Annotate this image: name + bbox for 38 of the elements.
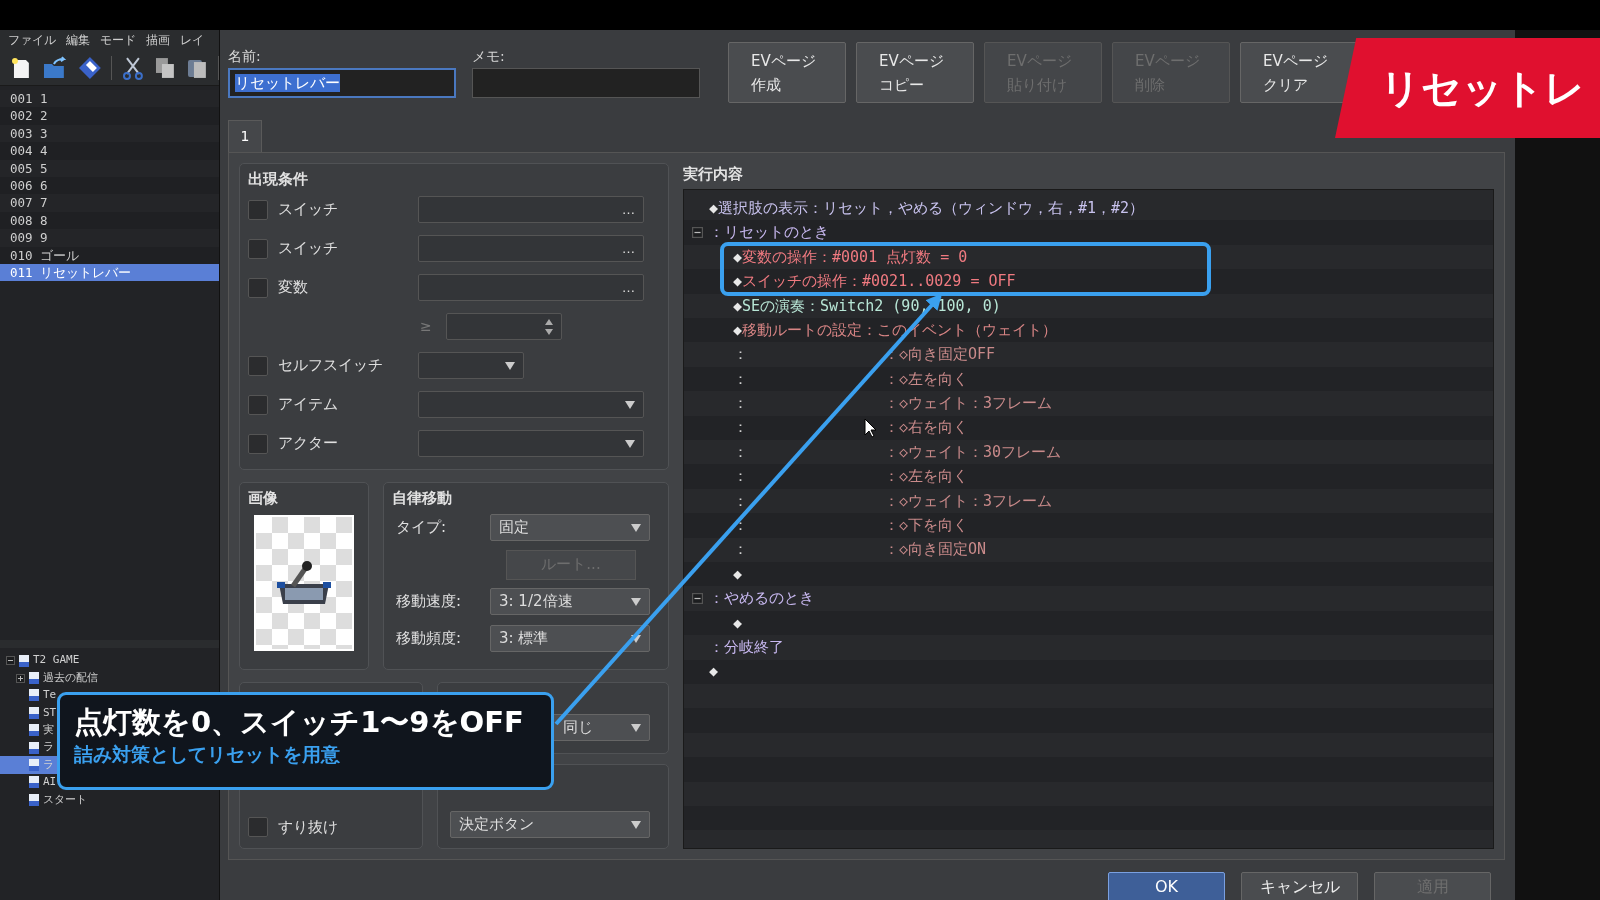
tree-label: AI [43,774,57,791]
condition-label: スイッチ [277,238,339,260]
tree-label: 過去の配信 [43,669,98,686]
route-marker: ： [733,490,748,512]
condition-label: 変数 [277,277,309,299]
callout-title: 点灯数を0、スイッチ1〜9をOFF [74,704,525,741]
memo-label: メモ: [472,48,506,64]
callout-subtitle: 詰み対策としてリセットを用意 [74,742,341,767]
route-marker: ： [733,417,748,439]
tree-label: ラ [43,739,54,756]
panel-title: 出現条件 [248,169,309,190]
field-label: タイプ: [395,517,448,539]
tree-label: T2 GAME [33,652,80,669]
condition-label: スイッチ [277,199,339,221]
title-banner: リセットレ [1335,38,1600,138]
field-label: 移動頻度: [395,628,463,650]
panel-title: 実行内容 [683,164,744,185]
tree-label: ST [43,704,57,721]
route-marker: ： [733,466,748,488]
field-label: 移動速度: [395,591,463,613]
tree-label: ラ [43,756,54,773]
condition-label: アクター [277,433,339,455]
panel-title: 自律移動 [392,488,453,509]
panel-title: 画像 [248,488,279,509]
condition-label: セルフスイッチ [277,355,384,377]
route-marker: ： [733,441,748,463]
route-marker: ： [733,539,748,561]
option-label: すり抜け [277,816,339,838]
tree-label: Te [43,687,57,704]
route-marker: ： [733,368,748,390]
condition-label: アイテム [277,394,339,416]
tree-label: 実 [43,722,54,738]
route-marker: ： [733,515,748,536]
name-label: 名前: [228,48,262,64]
route-marker: ： [733,344,748,366]
comparison-sign: ≥ [420,317,433,336]
tree-label: スタート [43,791,87,808]
route-marker: ： [733,393,748,415]
